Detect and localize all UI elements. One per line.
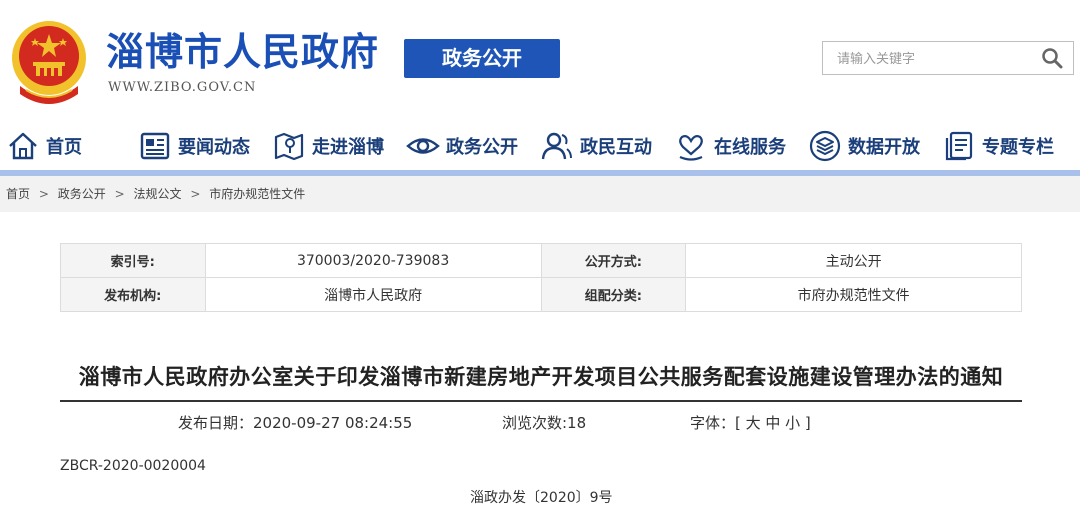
meta-value-category: 市府办规范性文件 [685,277,1022,312]
breadcrumb: 首页 > 政务公开 > 法规公文 > 市府办规范性文件 [0,176,1080,212]
search-box [822,41,1074,76]
document-icon [945,131,973,161]
eye-icon [406,138,440,154]
document-number: 淄政办发〔2020〕9号 [470,490,613,506]
document-meta-table: 索引号: 370003/2020-739083 公开方式: 主动公开 发布机构:… [60,243,1022,312]
layers-icon [809,130,841,162]
title-divider [60,400,1022,402]
section-badge[interactable]: 政务公开 [404,39,560,78]
breadcrumb-home[interactable]: 首页 [6,187,30,201]
nav-item-home[interactable]: 首页 [6,122,82,170]
home-icon [9,132,37,160]
publish-date: 发布日期：2020-09-27 08:24:55 [178,414,413,432]
main-nav: 首页 要闻动态 走进淄博 政务公开 政民互动 在线服务 数据开放 专题专栏 [0,122,1080,170]
site-title[interactable]: 淄博市人民政府 [106,30,379,74]
document-title: 淄博市人民政府办公室关于印发淄博市新建房地产开发项目公共服务配套设施建设管理办法… [78,365,1004,389]
nav-item-gov-affairs[interactable]: 政务公开 [406,122,518,170]
table-row: 发布机构: 淄博市人民政府 组配分类: 市府办规范性文件 [60,277,1022,312]
breadcrumb-normative-docs[interactable]: 市府办规范性文件 [209,187,305,201]
nav-label-news: 要闻动态 [178,137,250,158]
breadcrumb-separator: > [38,187,49,201]
document-code: ZBCR-2020-0020004 [60,458,206,474]
people-icon [541,132,572,160]
meta-key-mode: 公开方式: [540,243,687,278]
table-row: 索引号: 370003/2020-739083 公开方式: 主动公开 [60,243,1022,278]
nav-label-open-data: 数据开放 [848,137,920,158]
nav-item-interaction[interactable]: 政民互动 [540,122,652,170]
nav-item-about[interactable]: 走进淄博 [272,122,384,170]
font-size-control[interactable]: 字体：[ 大 中 小 ] [690,413,811,433]
news-icon [140,132,170,160]
nav-item-online-service[interactable]: 在线服务 [674,122,786,170]
nav-label-gov-affairs: 政务公开 [446,137,518,158]
nav-item-news[interactable]: 要闻动态 [138,122,250,170]
nav-item-open-data[interactable]: 数据开放 [808,122,920,170]
meta-key-category: 组配分类: [540,277,687,312]
search-input[interactable] [835,42,1039,76]
map-icon [274,132,304,161]
site-url: WWW.ZIBO.GOV.CN [108,80,257,95]
breadcrumb-separator: > [114,187,125,201]
breadcrumb-gov-affairs[interactable]: 政务公开 [58,187,106,201]
heart-hand-icon [679,135,703,161]
view-count: 浏览次数:18 [502,414,587,432]
site-header: 淄博市人民政府 WWW.ZIBO.GOV.CN 政务公开 [0,0,1080,118]
breadcrumb-separator: > [190,187,201,201]
nav-label-interaction: 政民互动 [580,137,652,158]
meta-value-issuer: 淄博市人民政府 [204,277,542,312]
nav-label-topics: 专题专栏 [982,137,1054,158]
meta-key-index: 索引号: [60,243,206,278]
breadcrumb-regulations[interactable]: 法规公文 [133,187,181,201]
nav-label-about: 走进淄博 [312,137,384,158]
search-icon[interactable] [1041,47,1063,69]
meta-value-mode: 主动公开 [685,243,1022,278]
national-emblem-icon [12,21,86,104]
nav-item-topics[interactable]: 专题专栏 [942,122,1054,170]
nav-label-home: 首页 [46,137,82,158]
meta-value-index: 370003/2020-739083 [204,243,542,278]
meta-key-issuer: 发布机构: [60,277,206,312]
nav-label-online-service: 在线服务 [714,137,786,158]
